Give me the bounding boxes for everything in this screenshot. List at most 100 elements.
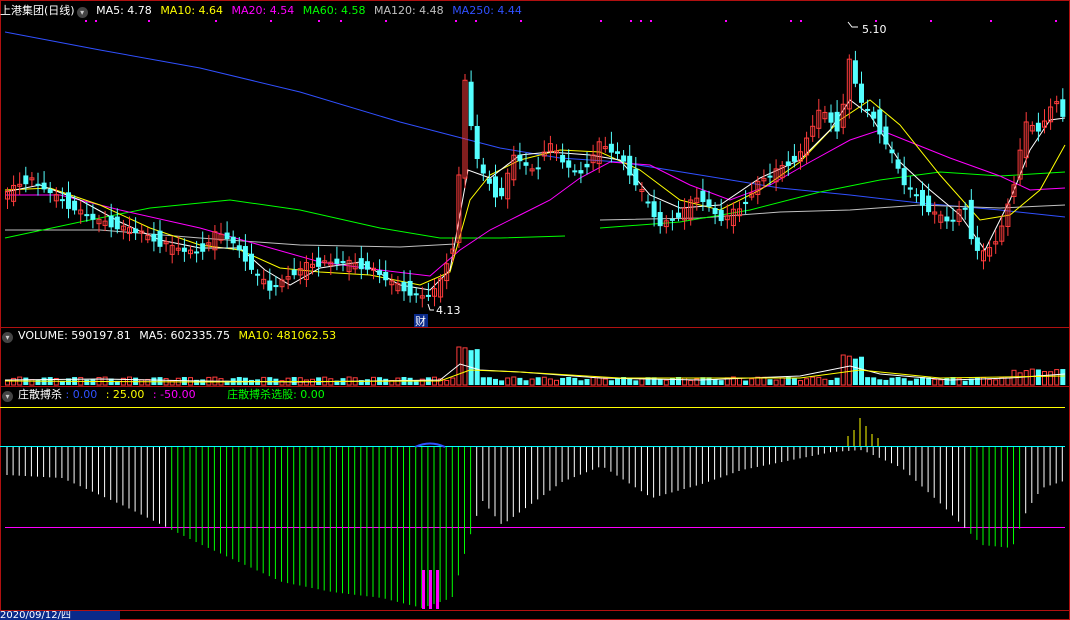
volume-bar-up [541,376,547,386]
volume-bar-down [608,380,614,385]
volume-ma10-label: MA10: 481062.53 [238,329,337,342]
candle-down [474,125,480,160]
date-readout: 2020/09/12/四 [0,611,120,620]
volume-bar-up [505,377,511,386]
candle-down [584,163,590,168]
ma120-line [5,229,456,248]
volume-bar-down [615,377,620,385]
candle-down [84,214,90,217]
volume-bar-down [474,349,480,385]
volume-bar-up [1048,371,1054,386]
kline-chart[interactable]: 5.10 4.13 财 [0,0,1070,620]
signal-dot [640,20,642,22]
volume-bar-down [718,380,724,385]
candle-down [895,159,901,169]
volume-bar-up [822,378,828,386]
candle-down [41,182,47,190]
candle-down [901,168,907,186]
volume-bar-down [913,378,919,385]
volume-bar-down [560,377,566,385]
volume-bar-down [767,379,773,385]
dropdown-icon[interactable]: ▾ [2,391,13,402]
chart-border [0,0,1070,620]
candle-down [560,154,566,163]
volume-bar-up [749,378,755,386]
signal-dot [475,20,477,22]
volume-bar-down [480,377,486,385]
volume-bar-down [578,380,584,385]
volume-bar-down [865,377,871,385]
candle-down [35,183,41,186]
volume-bar-down [584,378,590,385]
candle-down [66,192,71,209]
volume-bar-up [663,379,669,386]
candle-down [883,126,889,145]
volume-bar-up [798,380,803,386]
dropdown-icon[interactable]: ▾ [2,332,13,343]
signal-dot [215,20,217,22]
volume-bar-down [1035,369,1041,385]
volume-bar-up [846,355,852,386]
indicator-title: 庄散搏杀 [18,388,62,401]
volume-bar-down [383,378,389,385]
low-marker [427,303,434,311]
volume-bar-down [566,377,572,385]
volume-header: ▾ VOLUME: 590197.81 MA5: 602335.75 MA10: … [0,328,1070,344]
signal-dot [875,20,877,22]
volume-bar-up [639,378,645,386]
candle-down [791,155,797,162]
volume-bar-up [139,379,145,386]
event-tag: 财 [415,314,426,328]
candle-down [90,213,96,220]
ma5-label: MA5: 4.78 [96,4,152,17]
volume-bar-down [364,379,370,385]
signal-bar [422,570,425,609]
signal-dot [148,20,150,22]
signal-dot [630,20,632,22]
candle-down [273,285,279,288]
candle-down [968,199,974,240]
volume-bar-up [5,380,10,386]
ma60-label: MA60: 4.58 [302,4,366,17]
candle-down [834,111,840,132]
candle-down [255,273,261,276]
candle-down [743,201,749,205]
volume-bar-down [486,377,492,385]
volume-bar-up [1042,371,1047,386]
volume-bar-up [938,379,944,386]
candle-down [480,164,486,174]
volume-bar-down [84,379,90,385]
candle-down [517,154,523,162]
candle-down [920,189,925,206]
candle-down [871,111,877,119]
candle-down [486,178,492,184]
candle-down [700,190,706,203]
low-price-label: 4.13 [436,304,461,317]
volume-bar-up [773,379,779,386]
high-price-label: 5.10 [862,23,887,36]
volume-bar-down [791,378,797,385]
candle-down [358,258,364,270]
dropdown-icon[interactable]: ▾ [76,7,88,18]
volume-bar-up [444,379,450,386]
candle-down [962,207,968,210]
signal-dot [790,20,792,22]
candle-down [913,194,919,197]
signal-dot [520,20,522,22]
volume-bar-up [450,377,456,386]
candle-down [1035,122,1041,132]
volume-bar-down [889,377,895,385]
candle-down [865,108,871,111]
candle-down [669,218,675,221]
volume-bar-up [1054,369,1060,386]
signal-bar [429,570,432,609]
volume-bar-up [554,379,559,386]
volume-bar-up [29,379,35,386]
candle-down [889,149,895,154]
volume-bar-down [157,377,163,385]
volume-bar-up [840,354,846,386]
candle-down [401,282,407,292]
candle-down [877,109,883,135]
volume-bar-down [907,380,913,385]
volume-bar-down [920,377,925,385]
